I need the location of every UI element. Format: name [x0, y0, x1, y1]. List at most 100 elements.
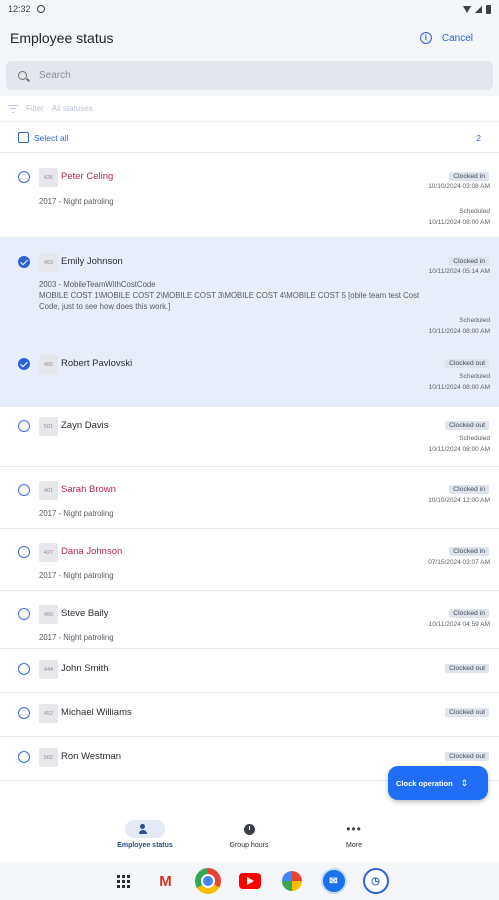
select-all-checkbox[interactable]: [18, 132, 29, 143]
filter-row[interactable]: Filter All statuses: [0, 96, 499, 122]
employee-id: 502: [39, 748, 58, 767]
employee-row[interactable]: 501 Zayn Davis Clocked out Scheduled 10/…: [0, 407, 499, 467]
employee-name: Zayn Davis: [61, 420, 109, 431]
clock-operation-button[interactable]: Clock operation ⇕: [388, 766, 488, 800]
employee-detail: 2017 - Night patroling: [39, 509, 114, 518]
youtube-icon[interactable]: [237, 868, 263, 894]
row-radio-checked[interactable]: [18, 358, 30, 370]
clock-app-icon[interactable]: ◷: [362, 868, 389, 894]
row-radio[interactable]: [18, 420, 30, 432]
gmail-icon[interactable]: M: [153, 868, 179, 894]
chrome-icon[interactable]: [194, 868, 221, 894]
employee-list: 426 Peter Celing Clocked in 10/10/2024 0…: [0, 153, 499, 781]
scheduled-time: 10/11/2024 08:00 AM: [428, 384, 490, 391]
status-badge: Clocked out: [445, 664, 489, 673]
employee-name: Sarah Brown: [61, 484, 116, 495]
employee-name: Steve Baily: [61, 608, 109, 619]
employee-detail: 2017 - Night patroling: [39, 571, 114, 580]
status-badge: Clocked in: [449, 257, 489, 266]
more-dots-icon: •••: [346, 822, 362, 836]
employee-id: 453: [39, 253, 58, 272]
row-radio-checked[interactable]: [18, 256, 30, 268]
battery-icon: [486, 4, 491, 14]
status-time: 10/11/2024 04:59 AM: [428, 621, 490, 628]
employee-id: 427: [39, 543, 58, 562]
filter-icon: [8, 104, 18, 113]
employee-row[interactable]: 401 Sarah Brown Clocked in 10/10/2024 12…: [0, 467, 499, 529]
cancel-button[interactable]: Cancel: [442, 33, 473, 44]
nav-label: Group hours: [229, 842, 269, 849]
scheduled-time: 10/11/2024 08:00 AM: [428, 328, 490, 335]
employee-row[interactable]: 450 Steve Baily Clocked in 10/11/2024 04…: [0, 591, 499, 649]
bottom-navigation: Employee status Group hours ••• More: [0, 812, 499, 862]
people-icon: [139, 824, 151, 834]
employee-row[interactable]: 427 Dana Johnson Clocked in 07/15/2024 0…: [0, 529, 499, 591]
nav-pill: •••: [334, 820, 374, 838]
swap-vertical-icon: ⇕: [460, 777, 469, 788]
status-time: 07/15/2024 03:07 AM: [428, 559, 490, 566]
nav-label: More: [346, 842, 362, 849]
employee-detail: 2017 - Night patroling: [39, 633, 114, 642]
nav-pill: [125, 820, 165, 838]
nav-pill: [229, 820, 269, 838]
clock-operation-label: Clock operation: [396, 778, 453, 788]
scheduled-label: Scheduled: [459, 208, 490, 215]
employee-name: Robert Pavlovski: [61, 358, 133, 369]
filter-value[interactable]: All statuses: [52, 104, 93, 113]
app-header: Employee status i Cancel: [0, 18, 499, 58]
employee-row[interactable]: 444 John Smith Clocked out: [0, 649, 499, 693]
status-time: 10/11/2024 05:14 AM: [428, 268, 490, 275]
employee-id: 444: [39, 660, 58, 679]
status-badge: Clocked in: [449, 485, 489, 494]
employee-row[interactable]: 453 Emily Johnson Clocked in 10/11/2024 …: [0, 238, 499, 345]
row-radio[interactable]: [18, 546, 30, 558]
select-all-label[interactable]: Select all: [34, 133, 69, 143]
status-badge: Clocked out: [445, 421, 489, 430]
search-bar: [0, 58, 499, 96]
employee-id: 452: [39, 704, 58, 723]
row-radio[interactable]: [18, 663, 30, 675]
status-badge: Clocked in: [449, 172, 489, 181]
employee-name: Ron Westman: [61, 751, 122, 762]
status-time: 10/10/2024 12:00 AM: [428, 497, 490, 504]
status-badge: Clocked in: [449, 547, 489, 556]
page-title: Employee status: [10, 30, 114, 46]
scheduled-time: 10/11/2024 08:00 AM: [428, 446, 490, 453]
nav-more[interactable]: ••• More: [309, 820, 399, 849]
employee-detail: 2003 - MobileTeamWithCostCode MOBILE COS…: [39, 280, 420, 311]
nav-group-hours[interactable]: Group hours: [204, 820, 294, 849]
employee-name: Michael Williams: [61, 707, 132, 718]
scheduled-label: Scheduled: [459, 317, 490, 324]
apps-grid-icon[interactable]: [111, 868, 137, 894]
employee-name: Emily Johnson: [61, 256, 123, 267]
notification-icon: [36, 5, 45, 13]
select-all-row: Select all 2: [0, 123, 499, 153]
employee-detail: 2017 - Night patroling: [39, 197, 114, 206]
search-icon: [18, 71, 27, 80]
status-badge: Clocked out: [445, 359, 489, 368]
messages-icon[interactable]: ✉: [320, 868, 347, 894]
status-badge: Clocked in: [449, 609, 489, 618]
employee-row[interactable]: 452 Michael Williams Clocked out: [0, 693, 499, 737]
info-icon[interactable]: i: [419, 32, 432, 44]
status-bar: 12:32: [0, 0, 499, 18]
search-input[interactable]: [39, 70, 419, 81]
row-radio[interactable]: [18, 608, 30, 620]
employee-id: 401: [39, 481, 58, 500]
nav-label: Employee status: [117, 842, 173, 849]
status-time: 10/10/2024 03:08 AM: [428, 183, 490, 190]
row-radio[interactable]: [18, 171, 30, 183]
employee-name: John Smith: [61, 663, 109, 674]
row-radio[interactable]: [18, 751, 30, 763]
row-radio[interactable]: [18, 707, 30, 719]
status-time: 12:32: [8, 4, 31, 14]
employee-row[interactable]: 426 Peter Celing Clocked in 10/10/2024 0…: [0, 153, 499, 238]
employee-row[interactable]: 455 Robert Pavlovski Clocked out Schedul…: [0, 345, 499, 407]
employee-id: 426: [39, 168, 58, 187]
status-badge: Clocked out: [445, 752, 489, 761]
employee-name: Peter Celing: [61, 171, 114, 182]
row-radio[interactable]: [18, 484, 30, 496]
nav-employee-status[interactable]: Employee status: [100, 820, 190, 849]
photos-icon[interactable]: [279, 868, 305, 894]
search-container[interactable]: [6, 61, 493, 90]
